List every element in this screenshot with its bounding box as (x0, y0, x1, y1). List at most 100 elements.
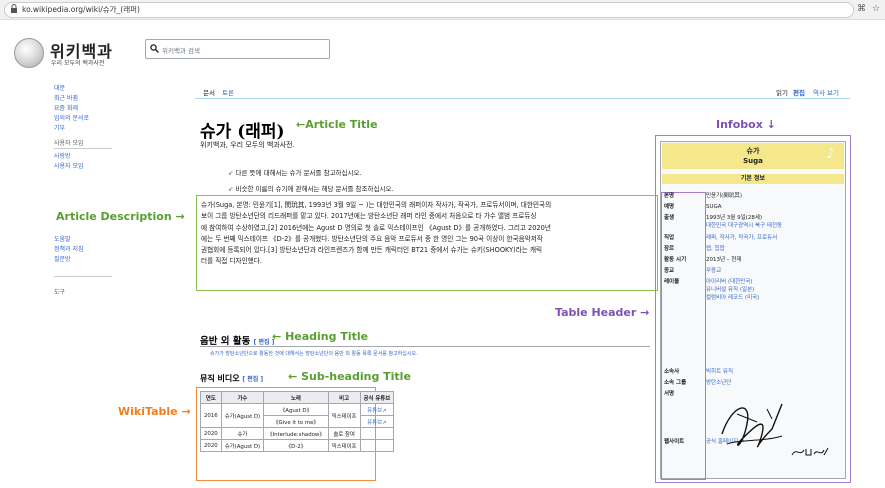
hatnote-icon: ➶ (228, 185, 236, 193)
infobox-row-value[interactable]: 래퍼, 작사가, 작곡가, 프로듀서 (706, 234, 844, 242)
arrow-left-glyph: ← (272, 330, 282, 343)
annotation-label: Article Title (305, 118, 378, 131)
description-line: 에 참여하여 수상하였고,[2] 2016년에는 Agust D 명의로 첫 솔… (201, 223, 551, 232)
tab-article[interactable]: 문서 (203, 87, 215, 97)
table-cell: 2016 (200, 403, 222, 428)
sidebar-divider (54, 276, 112, 277)
description-line: 슈가(Suga, 본명: 민윤기[1], 閔玧其, 1993년 3월 9일 ~ … (201, 201, 552, 209)
annotation-label: Table Header (555, 306, 637, 319)
table-cell-link[interactable]: 유튜브↗ (359, 415, 395, 428)
infobox-row-label: 출생 (664, 215, 675, 221)
table-cell (359, 427, 395, 440)
annotation-label: Heading Title (285, 330, 369, 343)
hatnote: ➶ 다른 뜻에 대해서는 슈가 문서를 참고하십시오. (228, 167, 362, 177)
subsection-heading: 뮤직 비디오 [ 편집 ] (200, 373, 263, 384)
infobox-row-label: 웹사이트 (664, 439, 685, 445)
wikipedia-logo[interactable] (14, 38, 44, 68)
tab-history[interactable]: 역사 보기 (813, 87, 839, 97)
table-cell: 슈가(Agust D) (220, 403, 265, 428)
annotation-infobox: Infobox ↓ (716, 118, 776, 131)
infobox-row-label: 소속사 (664, 369, 680, 375)
description-line: 권협회에 등록되어 있다.[3] 방탄소년단과 라인프렌즈가 함께 만든 캐릭터… (201, 246, 543, 255)
infobox-row-label: 직업 (664, 235, 675, 241)
bookmark-star-icon[interactable]: ☆ (872, 4, 880, 14)
sidebar-item[interactable]: 정책과 지침 (54, 245, 84, 255)
hatnote-icon: ➶ (228, 169, 236, 177)
tab-edit[interactable]: 편집 (793, 87, 805, 97)
arrow-down-glyph: ↓ (766, 118, 776, 131)
sidebar-item[interactable]: 임의의 문서로 (54, 114, 89, 124)
table-cell: 2020 (200, 427, 222, 440)
page-title: 슈가 (래퍼) (200, 122, 285, 142)
infobox-row-value[interactable]: 방탄소년단 (706, 379, 844, 387)
search-placeholder: 위키백과 검색 (162, 47, 200, 55)
music-note-icon: ♪ (826, 146, 835, 162)
annotation-heading-title: ← Heading Title (272, 330, 368, 343)
sidebar-item[interactable]: 질문방 (54, 255, 84, 265)
infobox-row-value[interactable]: 랩, 힙합 (706, 245, 844, 253)
description-line: 보이 그룹 방탄소년단의 리드래퍼를 맡고 있다. 2017년에는 방탄소년단 … (201, 212, 537, 221)
sidebar-item[interactable]: 사용자 모임 (54, 162, 84, 172)
table-header: 노래 (263, 391, 329, 404)
site-tagline: 우리 모두의 백과사전 (51, 60, 105, 67)
table-row: 2016 슈가(Agust D) 《Agust D》 믹스테이프 유튜브↗ (200, 403, 395, 428)
annotation-article-description: Article Description → (56, 210, 185, 223)
heading-divider (200, 346, 650, 347)
table-cell-link[interactable]: 유튜브↗ (359, 403, 395, 416)
sidebar-item[interactable]: 사랑방 (54, 152, 84, 162)
infobox-row-value[interactable]: 빅히트 뮤직 (706, 368, 844, 376)
sidebar-item[interactable]: 요즘 화제 (54, 104, 89, 114)
annotation-label: Sub-heading Title (301, 370, 411, 383)
table-cell: 슈가 (220, 427, 265, 440)
table-cell: 《D-2》 (263, 439, 329, 452)
arrow-left-glyph: ← (296, 118, 306, 131)
sidebar-item[interactable]: 대문 (54, 84, 89, 94)
infobox-title-ko: 슈가 (746, 147, 760, 155)
hatnote-text: 다른 뜻에 대해서는 슈가 문서를 참고하십시오. (235, 169, 362, 177)
infobox-row-value[interactable]: 무종교 (706, 267, 844, 275)
infobox-row-value[interactable]: 아이리버 (대한민국) (706, 278, 844, 286)
signature-image (721, 403, 783, 448)
sidebar-user-nav: 사랑방 사용자 모임 (54, 152, 84, 172)
tab-talk[interactable]: 토론 (222, 87, 234, 97)
sidebar-item[interactable]: 최근 바뀜 (54, 94, 89, 104)
search-icon (150, 44, 159, 53)
url-text[interactable]: ko.wikipedia.org/wiki/슈가_(래퍼) (22, 4, 140, 15)
infobox-row-label: 레이블 (664, 279, 680, 285)
sidebar-item[interactable]: 기부 (54, 124, 89, 134)
arrow-right-glyph: → (640, 306, 650, 319)
article-description: 슈가(Suga, 본명: 민윤기[1], 閔玧其, 1993년 3월 9일 ~ … (201, 200, 656, 268)
sidebar-main-nav: 대문 최근 바뀜 요즘 화제 임의의 문서로 기부 (54, 84, 89, 134)
infobox-row-label: 본명 (664, 193, 675, 199)
description-line: 터를 직접 디자인했다. (201, 257, 262, 266)
table-cell: 믹스테이프 (327, 439, 361, 452)
annotation-wikitable: WikiTable → (118, 405, 191, 418)
infobox-row-label: 장르 (664, 246, 675, 252)
signature-suga-image (791, 447, 829, 456)
annotation-label: Article Description (56, 210, 172, 223)
table-header: 비고 (327, 391, 361, 404)
infobox-row-label: 종교 (664, 268, 675, 274)
table-row: 2020 슈가 《Interlude:shadow》 솔로 참여 (200, 427, 395, 440)
lock-icon (11, 4, 17, 13)
annotation-table-header: Table Header → (555, 306, 649, 319)
infobox-section-header: 기본 정보 (662, 174, 844, 184)
infobox-row-value[interactable]: 대한민국 대구광역시 북구 태전동 (706, 222, 844, 230)
edit-link[interactable]: [ 편집 ] (242, 376, 263, 383)
infobox-row-value[interactable]: 유니버설 뮤직 (일본) (706, 286, 844, 294)
infobox-title-en: Suga (743, 157, 763, 165)
infobox-row-label: 활동 시기 (664, 257, 687, 263)
infobox-row-value: 1993년 3월 9일(28세) (706, 215, 763, 221)
sidebar-section-heading: 도구 (54, 289, 66, 296)
sidebar-help-nav: 도움말 정책과 지침 질문방 (54, 235, 84, 265)
command-icon[interactable]: ⌘ (857, 4, 866, 14)
table-cell: 2020 (200, 439, 222, 452)
infobox-row-label: 서명 (664, 391, 675, 397)
infobox-row-value: 2013년 – 현재 (706, 257, 742, 263)
table-cell: 솔로 참여 (327, 427, 361, 440)
tab-read[interactable]: 읽기 (776, 87, 788, 97)
infobox-row-value[interactable]: 컬럼비아 레코드 (미국) (706, 294, 844, 302)
sidebar-item[interactable]: 도움말 (54, 235, 84, 245)
heading-hatnote[interactable]: 슈가가 방탄소년단으로 활동한 것에 대해서는 방탄소년단의 음반 외 활동 목… (210, 350, 418, 357)
table-cell (359, 439, 395, 452)
